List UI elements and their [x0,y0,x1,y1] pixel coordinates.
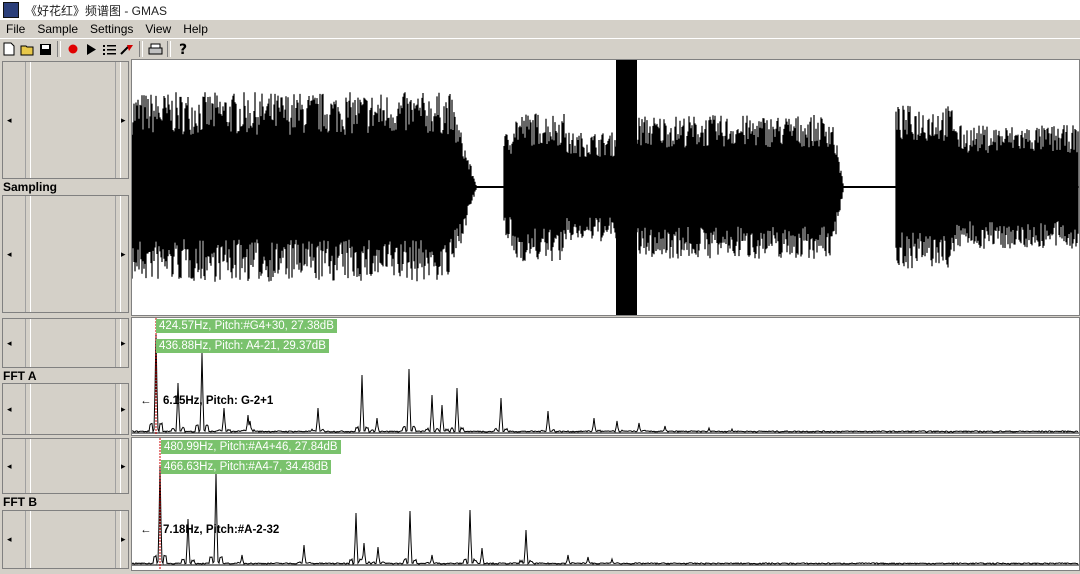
open-button[interactable] [18,40,36,58]
spectrum-trace [132,464,1079,565]
sampling-controls: ◂ ▸ Sampling ◂ ▸ [0,59,131,314]
fft-a-peak1-label: 424.57Hz, Pitch:#G4+30, 27.38dB [156,319,337,333]
fft-b-peak2-label: 466.63Hz, Pitch:#A4-7, 34.48dB [161,460,332,474]
menu-settings[interactable]: Settings [84,22,139,36]
toolbar-separator [167,41,171,57]
scroll-left-icon[interactable]: ◂ [7,462,12,471]
fft-a-lower-scroll[interactable]: ◂ ▸ [2,383,129,435]
scroll-right-icon[interactable]: ▸ [121,116,126,125]
help-button[interactable]: ? [174,40,192,58]
title-bar: 《好花红》频谱图 - GMAS [0,0,1080,20]
fft-b-panel[interactable]: 480.99Hz, Pitch:#A4+46, 27.84dB 466.63Hz… [131,437,1080,571]
record-icon [68,44,78,54]
scroll-right-icon[interactable]: ▸ [121,339,126,348]
scroll-left-icon[interactable]: ◂ [7,339,12,348]
help-icon: ? [179,42,187,56]
save-button[interactable] [36,40,54,58]
scroll-left-icon[interactable]: ◂ [7,405,12,414]
fft-b-spectrum [132,438,1079,570]
print-icon [148,43,162,54]
scroll-right-icon[interactable]: ▸ [121,462,126,471]
fft-a-upper-scroll[interactable]: ◂ ▸ [2,318,129,368]
app-icon [3,2,19,18]
menu-help[interactable]: Help [177,22,214,36]
sampling-label: Sampling [3,180,58,194]
new-file-button[interactable] [0,40,18,58]
menu-file[interactable]: File [0,22,31,36]
menu-bar: File Sample Settings View Help [0,20,1080,38]
play-button[interactable] [82,40,100,58]
scroll-left-icon[interactable]: ◂ [7,535,12,544]
fft-a-cursor-label: 6.15Hz, Pitch: G-2+1 [163,395,274,407]
waveform-plot [132,60,1079,315]
fft-a-controls: ◂ ▸ FFT A ◂ ▸ [0,317,131,435]
new-file-icon [3,42,15,56]
open-folder-icon [20,45,33,55]
list-icon [102,44,116,55]
print-button[interactable] [146,40,164,58]
list-button[interactable] [100,40,118,58]
fft-a-label: FFT A [3,369,37,383]
scroll-left-icon[interactable]: ◂ [7,250,12,259]
sampling-upper-scroll[interactable]: ◂ ▸ [2,61,129,179]
menu-sample[interactable]: Sample [31,22,84,36]
fft-b-upper-scroll[interactable]: ◂ ▸ [2,438,129,494]
fft-a-cursor-arrow: ← [140,395,152,407]
sampling-lower-scroll[interactable]: ◂ ▸ [2,195,129,313]
save-icon [39,43,51,55]
svg-text:?: ? [179,42,187,56]
reverse-icon [120,45,133,55]
toolbar-separator [139,41,143,57]
reverse-button[interactable] [118,40,136,58]
fft-a-peak2-label: 436.88Hz, Pitch: A4-21, 29.37dB [156,339,329,353]
fft-a-spectrum [132,318,1079,435]
waveform-panel[interactable] [131,59,1080,316]
fft-b-peak1-label: 480.99Hz, Pitch:#A4+46, 27.84dB [161,440,341,454]
fft-b-lower-scroll[interactable]: ◂ ▸ [2,510,129,569]
fft-a-panel[interactable]: 424.57Hz, Pitch:#G4+30, 27.38dB 436.88Hz… [131,317,1080,436]
toolbar: ? [0,38,1080,60]
toolbar-separator [57,41,61,57]
window-title: 《好花红》频谱图 - GMAS [25,3,168,18]
record-button[interactable] [64,40,82,58]
menu-view[interactable]: View [139,22,177,36]
fft-b-cursor-arrow: ← [140,524,152,536]
fft-b-label: FFT B [3,495,37,509]
fft-b-controls: ◂ ▸ FFT B ◂ ▸ [0,437,131,570]
scroll-right-icon[interactable]: ▸ [121,535,126,544]
scroll-left-icon[interactable]: ◂ [7,116,12,125]
scroll-right-icon[interactable]: ▸ [121,405,126,414]
scroll-right-icon[interactable]: ▸ [121,250,126,259]
play-icon [87,43,96,55]
fft-b-cursor-label: 7.18Hz, Pitch:#A-2-32 [163,524,280,536]
